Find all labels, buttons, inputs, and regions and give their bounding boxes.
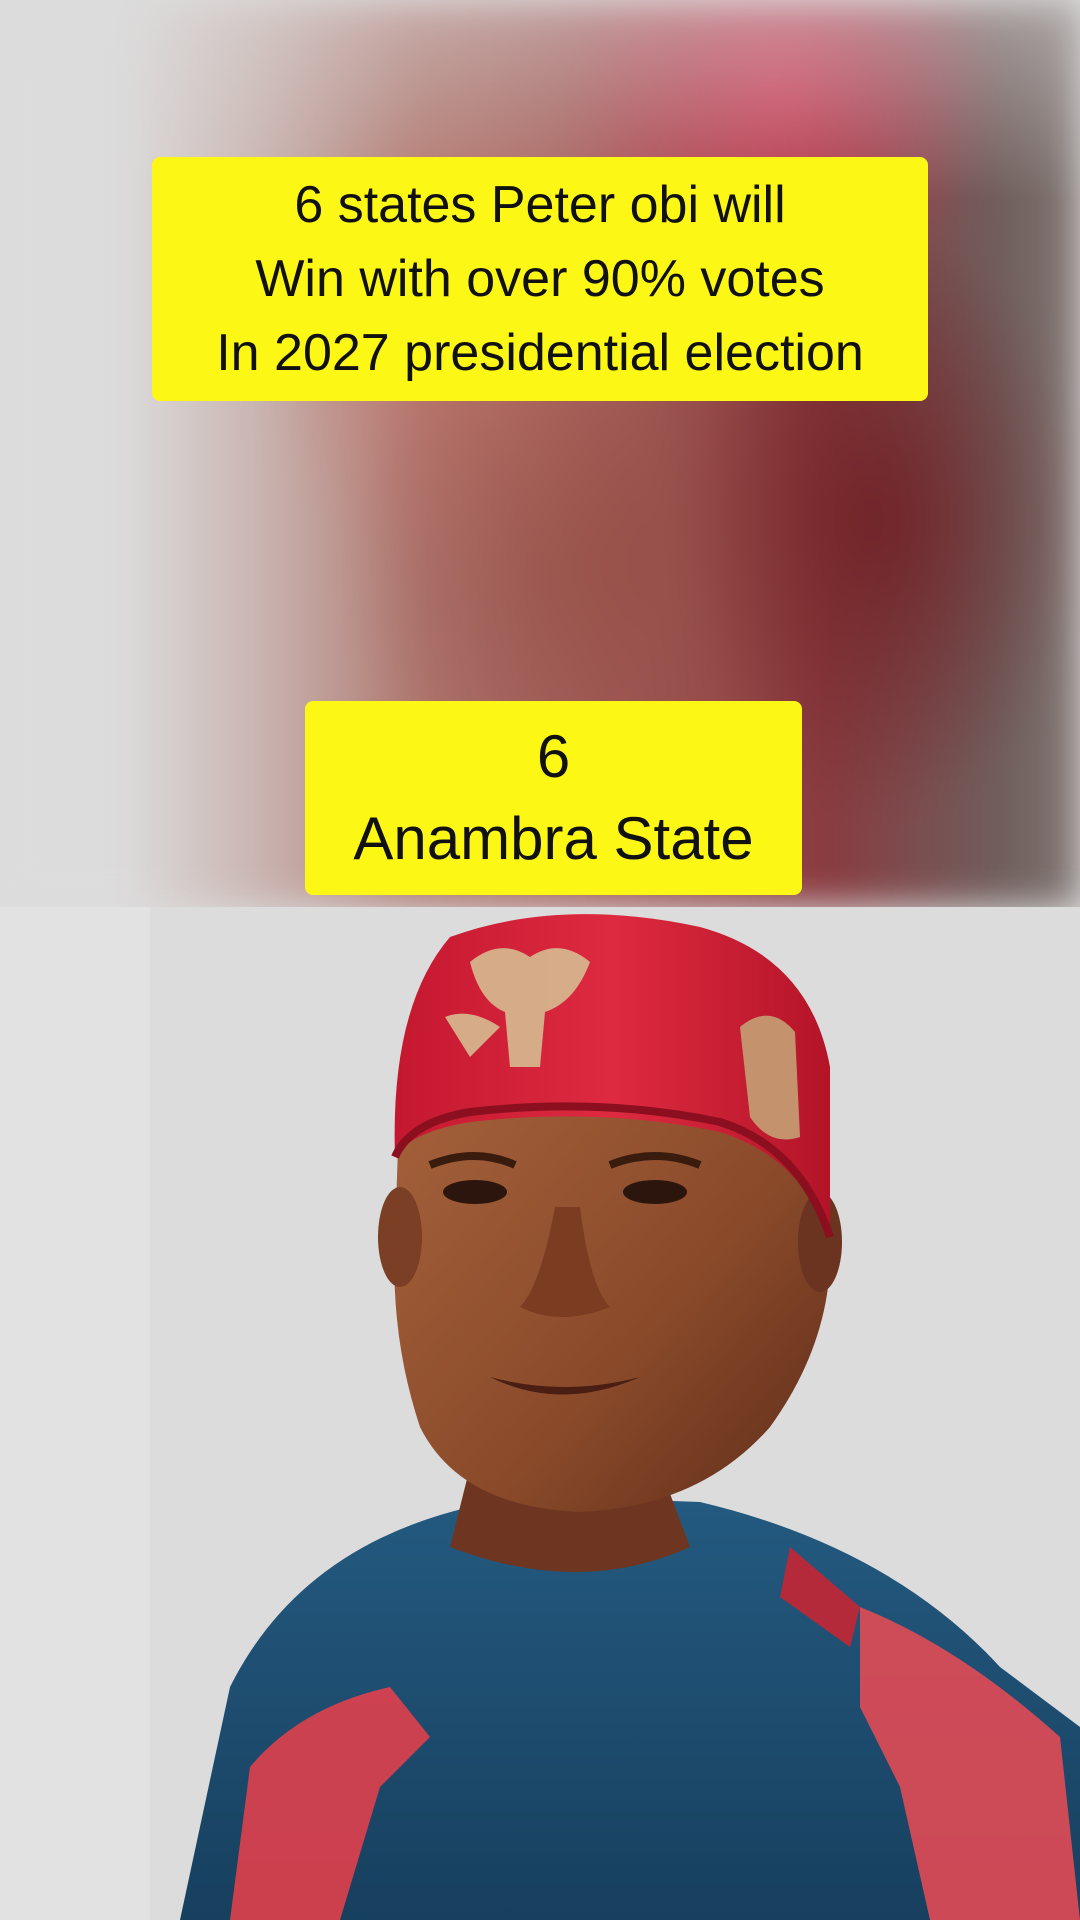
rank-number: 6: [536, 723, 571, 790]
rank-card: 6 Anambra State: [305, 701, 802, 895]
state-name: Anambra State: [353, 805, 754, 872]
right-eye: [623, 1180, 687, 1204]
portrait-illustration: [0, 907, 1080, 1920]
photo-side-light: [0, 907, 150, 1920]
headline-line-3: In 2027 presidential election: [216, 324, 864, 382]
headline-line-1: 6 states Peter obi will: [294, 176, 786, 234]
left-ear: [378, 1187, 422, 1287]
headline-line-2: Win with over 90% votes: [255, 250, 825, 308]
headline-banner: 6 states Peter obi will Win with over 90…: [152, 157, 928, 401]
portrait-photo: [0, 907, 1080, 1920]
left-eye: [443, 1180, 507, 1204]
